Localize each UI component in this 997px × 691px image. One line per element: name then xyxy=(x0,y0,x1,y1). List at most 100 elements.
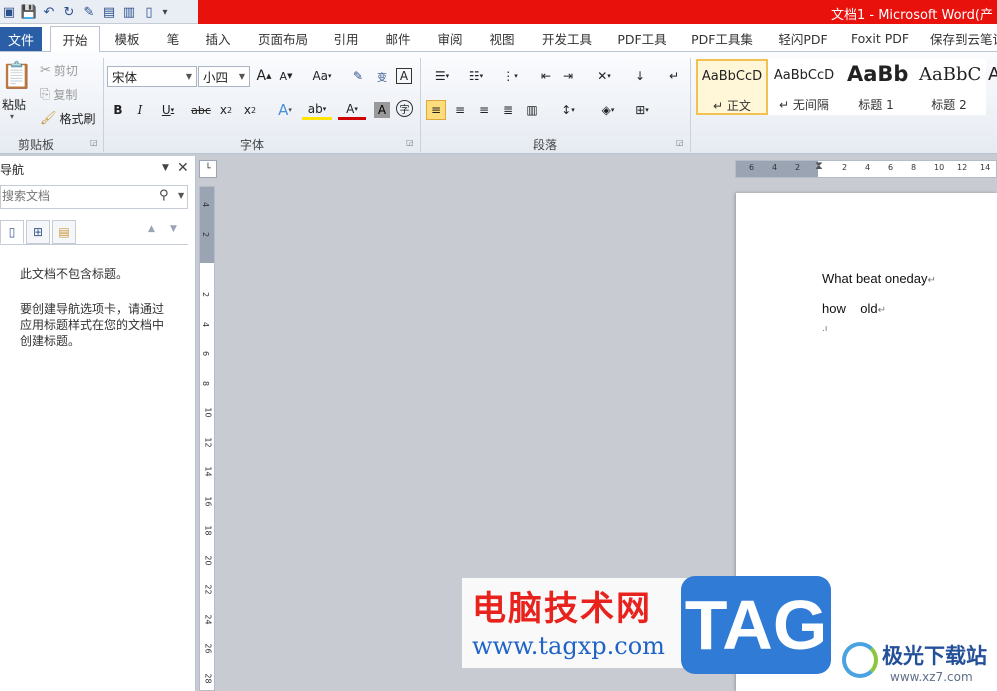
char-border-icon[interactable]: A xyxy=(396,68,412,84)
copy-label: 复制 xyxy=(53,88,78,102)
decrease-indent-icon[interactable]: ⇤ xyxy=(536,66,556,86)
tab-view[interactable]: 视图 xyxy=(484,24,520,52)
align-right-icon[interactable]: ≡ xyxy=(474,100,494,120)
align-left-icon[interactable]: ≡ xyxy=(426,100,446,120)
subscript-icon[interactable]: x2 xyxy=(216,100,236,120)
print-preview-icon[interactable]: ▤ xyxy=(100,3,118,21)
font-size-combo[interactable]: 小四 ▼ xyxy=(198,66,250,87)
sort-icon[interactable]: ↓ xyxy=(630,66,650,86)
grow-font-label: A xyxy=(256,68,267,84)
chevron-down-icon[interactable]: ▼ xyxy=(178,191,184,200)
paste-icon[interactable]: 📋 xyxy=(1,58,33,94)
nav-options-icon[interactable]: ▼ xyxy=(162,163,169,173)
style-more-partial[interactable]: A xyxy=(988,64,997,85)
copy-button[interactable]: ⎘ 复制 xyxy=(40,86,77,103)
nav-next-icon[interactable]: ▼ xyxy=(170,224,177,234)
tab-pdf-tools[interactable]: PDF工具 xyxy=(614,24,670,52)
ruler-tick-label: 2 xyxy=(201,291,211,298)
tab-references[interactable]: 引用 xyxy=(328,24,364,52)
cut-button[interactable]: ✂ 剪切 xyxy=(40,62,78,79)
shrink-font-label: A xyxy=(279,69,288,83)
close-icon[interactable]: ✕ xyxy=(177,160,189,176)
text-effects-icon[interactable]: A ▾ xyxy=(272,100,298,120)
ruler-tick-label: 2 xyxy=(842,163,848,172)
phonetic-guide-icon[interactable]: 变 xyxy=(372,66,392,86)
save-icon[interactable]: 💾 xyxy=(20,3,38,21)
word-logo-icon[interactable]: ▣ xyxy=(0,3,18,21)
style-no-spacing[interactable]: AaBbCcD ↵ 无间隔 xyxy=(768,59,840,115)
distributed-icon[interactable]: ▥ xyxy=(522,100,542,120)
tab-review[interactable]: 审阅 xyxy=(432,24,468,52)
paragraph-mark-icon: ↵ xyxy=(927,275,936,286)
style-heading-1[interactable]: AaBb 标题 1 xyxy=(840,59,912,115)
tab-pen[interactable]: 笔 xyxy=(160,24,186,52)
superscript-icon[interactable]: x2 xyxy=(240,100,260,120)
tab-insert[interactable]: 插入 xyxy=(200,24,236,52)
nav-tab-pages[interactable]: ⊞ xyxy=(26,220,50,244)
ruler-tab-selector[interactable]: └ xyxy=(199,160,217,178)
undo-icon[interactable]: ↶ xyxy=(40,3,58,21)
tab-developer[interactable]: 开发工具 xyxy=(538,24,596,52)
format-painter-button[interactable]: 🖌 格式刷 xyxy=(40,110,96,127)
tab-file[interactable]: 文件 xyxy=(0,27,42,51)
style-normal[interactable]: AaBbCcD ↵ 正文 xyxy=(696,59,768,115)
nav-tab-headings[interactable]: ▯ xyxy=(0,220,24,244)
font-launcher-icon[interactable]: ◲ xyxy=(406,138,414,147)
change-case-button[interactable]: Aa ▾ xyxy=(308,66,336,86)
show-marks-icon[interactable]: ↵ xyxy=(664,66,684,86)
strikethrough-icon[interactable]: abc xyxy=(190,100,212,120)
edit-icon[interactable]: ✎ xyxy=(80,3,98,21)
font-name-combo[interactable]: 宋体 ▼ xyxy=(107,66,197,87)
search-input[interactable] xyxy=(1,186,151,206)
paste-dropdown-icon[interactable]: ▾ xyxy=(10,112,14,121)
shrink-font-button[interactable]: A ▼ xyxy=(276,66,296,86)
search-icon[interactable]: ⚲ xyxy=(159,188,169,203)
customize-qat-icon[interactable]: ▾ xyxy=(160,3,170,21)
doc-line[interactable]: how old↵ xyxy=(822,301,886,316)
scissors-icon: ✂ xyxy=(40,63,51,78)
tab-save-cloud[interactable]: 保存到云笔记 xyxy=(930,24,997,52)
tab-page-layout[interactable]: 页面布局 xyxy=(254,24,312,52)
bold-icon[interactable]: B xyxy=(108,100,128,120)
book-icon[interactable]: ▯ xyxy=(140,3,158,21)
highlight-icon[interactable]: ab ▾ xyxy=(302,100,332,120)
italic-icon[interactable]: I xyxy=(130,100,150,120)
style-heading-2[interactable]: AaBbC 标题 2 xyxy=(912,59,986,115)
nav-prev-icon[interactable]: ▲ xyxy=(148,224,155,234)
shading-icon[interactable]: ◈ ▾ xyxy=(594,100,622,120)
line-spacing-icon[interactable]: ↕ ▾ xyxy=(554,100,582,120)
numbering-icon[interactable]: ☷ ▾ xyxy=(462,66,490,86)
tab-template[interactable]: 模板 xyxy=(108,24,146,52)
doc-line[interactable]: What beat oneday↵ xyxy=(822,271,936,286)
tab-home[interactable]: 开始 xyxy=(50,26,100,53)
ruler-tick-label: 20 xyxy=(203,554,213,566)
nav-search-box[interactable]: ⚲ ▼ xyxy=(0,185,188,209)
justify-icon[interactable]: ≣ xyxy=(498,100,518,120)
ruler-tick-label: 26 xyxy=(203,643,213,654)
paragraph-launcher-icon[interactable]: ◲ xyxy=(676,138,684,147)
borders-icon[interactable]: ⊞ ▾ xyxy=(628,100,656,120)
chinese-layout-icon[interactable]: ✕ ▾ xyxy=(590,66,618,86)
cut-label: 剪切 xyxy=(53,64,78,78)
grow-font-button[interactable]: A ▲ xyxy=(254,66,274,86)
print-icon[interactable]: ▥ xyxy=(120,3,138,21)
underline-icon[interactable]: U ▾ xyxy=(154,100,182,120)
align-center-icon[interactable]: ≡ xyxy=(450,100,470,120)
bullets-icon[interactable]: ☰ ▾ xyxy=(428,66,456,86)
char-shading-icon[interactable]: A xyxy=(374,102,390,118)
indent-marker-icon[interactable]: ⧗ xyxy=(815,159,823,173)
increase-indent-icon[interactable]: ⇥ xyxy=(558,66,578,86)
nav-tab-results[interactable]: ▤ xyxy=(52,220,76,244)
tab-foxit-pdf[interactable]: Foxit PDF xyxy=(848,24,912,52)
copy-icon: ⎘ xyxy=(40,87,51,102)
tab-qingshan-pdf[interactable]: 轻闪PDF xyxy=(774,24,832,52)
paste-button[interactable]: 粘贴 xyxy=(2,96,26,113)
font-color-icon[interactable]: A ▾ xyxy=(338,100,366,120)
clipboard-launcher-icon[interactable]: ◲ xyxy=(90,138,98,147)
multilevel-list-icon[interactable]: ⋮ ▾ xyxy=(496,66,524,86)
tab-mailings[interactable]: 邮件 xyxy=(380,24,416,52)
enclose-char-icon[interactable]: 字 xyxy=(396,100,413,117)
tab-pdf-toolset[interactable]: PDF工具集 xyxy=(690,24,754,52)
clear-format-icon[interactable]: ✎ xyxy=(348,66,368,86)
redo-icon[interactable]: ↻ xyxy=(60,3,78,21)
